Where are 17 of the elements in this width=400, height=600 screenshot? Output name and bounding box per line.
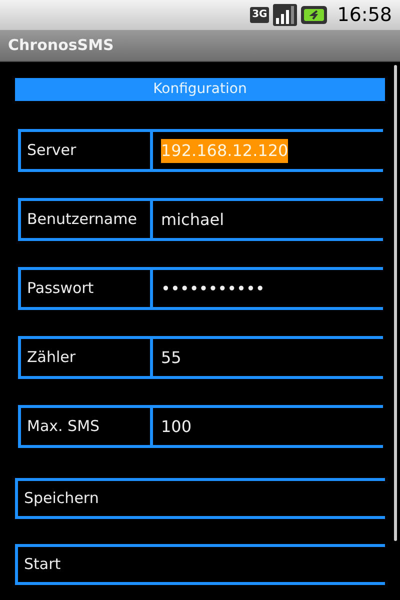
field-label: Benutzername: [18, 198, 153, 241]
battery-icon: [301, 6, 328, 24]
signal-icon: [273, 4, 298, 26]
field-label: Passwort: [18, 267, 153, 310]
window-title: ChronosSMS: [8, 35, 114, 56]
field-label: Max. SMS: [18, 405, 153, 448]
section-header: Konfiguration: [15, 78, 385, 101]
action-button[interactable]: Start: [15, 544, 385, 585]
field-label: Zähler: [18, 336, 153, 379]
input-field[interactable]: michael: [153, 198, 383, 241]
input-field[interactable]: 100: [153, 405, 383, 448]
input-field[interactable]: •••••••••••: [153, 267, 383, 310]
clock-time: 16:58: [337, 2, 392, 28]
input-field[interactable]: 55: [153, 336, 383, 379]
field-label: Server: [18, 129, 153, 172]
action-button[interactable]: Speichern: [15, 478, 385, 519]
network-type-icon: 3G: [250, 7, 270, 23]
